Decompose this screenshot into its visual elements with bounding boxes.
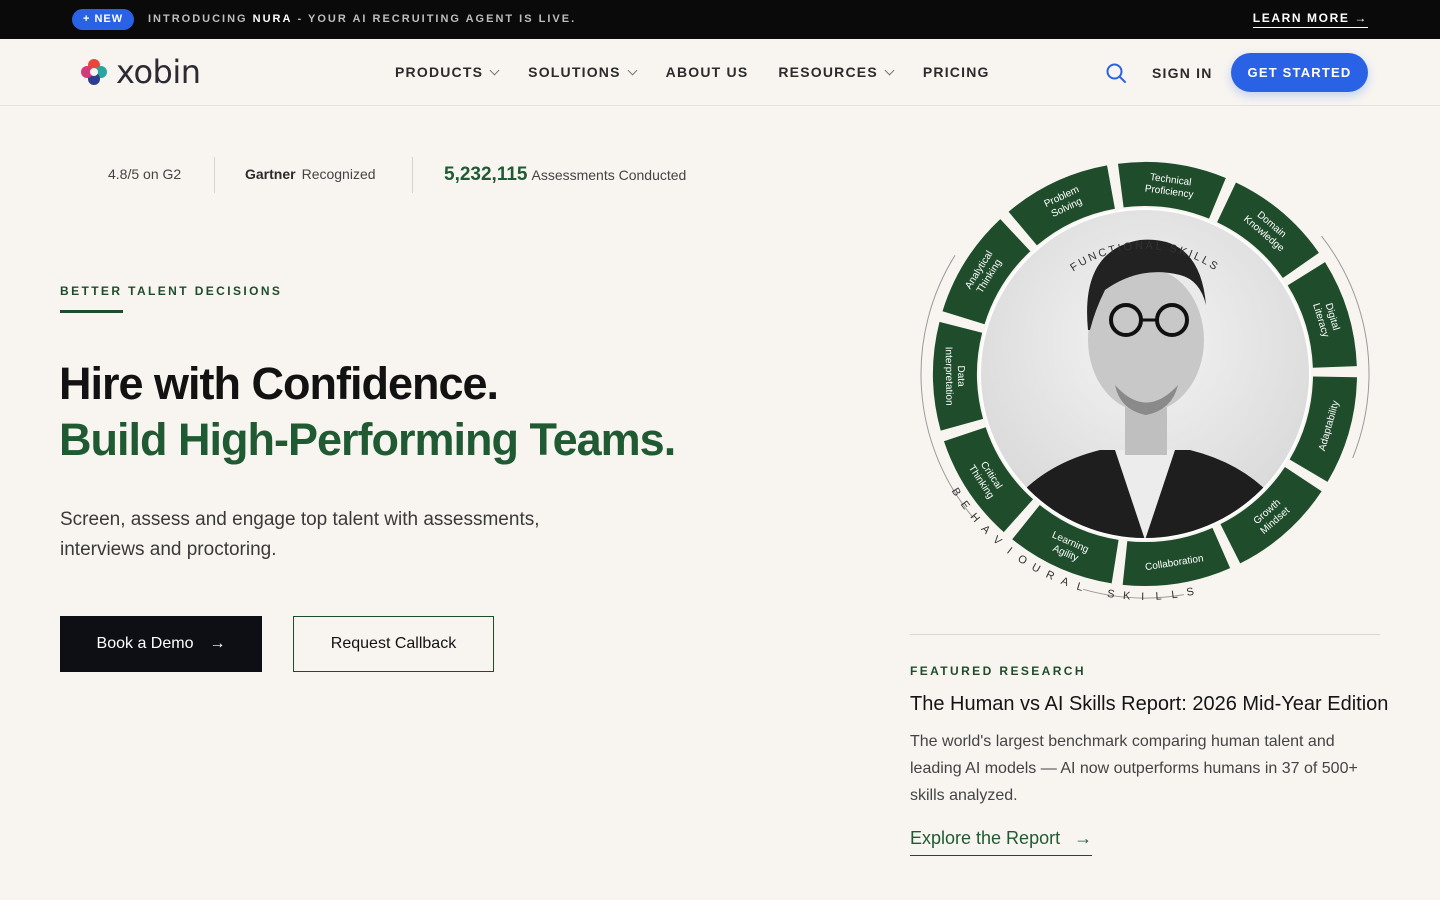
- nav-item-about-us[interactable]: ABOUT US: [666, 64, 749, 80]
- nav-item-pricing[interactable]: PRICING: [923, 64, 990, 80]
- featured-title[interactable]: The Human vs AI Skills Report: 2026 Mid-…: [910, 693, 1388, 716]
- behavioural-label-char: L: [1155, 590, 1162, 602]
- logo[interactable]: xobin: [80, 54, 201, 90]
- chevron-down-icon: [489, 65, 500, 75]
- book-demo-button[interactable]: Book a Demo →: [60, 616, 262, 672]
- behavioural-label-char: S: [1106, 588, 1115, 601]
- g2-rating: 4.8/5 on G2: [108, 166, 182, 182]
- nav-item-resources[interactable]: RESOURCES: [778, 64, 895, 80]
- behavioural-label-char: O: [1015, 553, 1029, 568]
- behavioural-label-char: L: [1171, 589, 1179, 602]
- stat-divider: [412, 157, 413, 193]
- behavioural-label-char: U: [1029, 561, 1042, 575]
- main-nav: xobin PRODUCTS SOLUTIONS ABOUT US RESOUR…: [0, 39, 1440, 106]
- behavioural-label-char: R: [1044, 569, 1056, 583]
- request-callback-button[interactable]: Request Callback: [293, 616, 494, 672]
- announcement-text: INTRODUCING NURA - YOUR AI RECRUITING AG…: [148, 13, 577, 25]
- logo-text: xobin: [116, 53, 201, 91]
- nav-item-products[interactable]: PRODUCTS: [395, 64, 500, 80]
- eyebrow-underline: [60, 310, 123, 313]
- get-started-button[interactable]: GET STARTED: [1231, 53, 1368, 92]
- nav-item-solutions[interactable]: SOLUTIONS: [528, 64, 638, 80]
- assessments-stat: 5,232,115 Assessments Conducted: [444, 164, 687, 185]
- behavioural-label-char: S: [1185, 586, 1195, 599]
- arrow-right-icon: →: [209, 635, 226, 652]
- behavioural-label-char: I: [1004, 545, 1014, 556]
- hero-eyebrow: BETTER TALENT DECISIONS: [60, 284, 283, 298]
- behavioural-label-char: A: [979, 523, 993, 537]
- behavioural-label-char: K: [1123, 590, 1132, 603]
- decorative-arc: [1083, 588, 1184, 599]
- featured-description: The world's largest benchmark comparing …: [910, 733, 1358, 804]
- search-icon[interactable]: [1105, 62, 1127, 84]
- nav-menu: PRODUCTS SOLUTIONS ABOUT US RESOURCES PR…: [395, 64, 990, 80]
- behavioural-label-char: A: [1059, 575, 1071, 589]
- behavioural-label-char: I: [1141, 591, 1144, 603]
- gartner-badge: Gartner Recognized: [245, 166, 376, 182]
- chevron-down-icon: [627, 65, 638, 75]
- arrow-right-icon: →: [1354, 11, 1368, 25]
- behavioural-label-char: V: [990, 534, 1004, 548]
- featured-divider: [910, 634, 1380, 635]
- hero-subtext: Screen, assess and engage top talent wit…: [60, 509, 540, 560]
- new-badge: + NEW: [72, 9, 135, 30]
- chevron-down-icon: [884, 65, 895, 75]
- learn-more-link[interactable]: LEARN MORE →: [1252, 11, 1368, 28]
- explore-report-link[interactable]: Explore the Report →: [910, 828, 1093, 856]
- hero-headline: Hire with Confidence.: [59, 358, 499, 409]
- featured-eyebrow: FEATURED RESEARCH: [910, 664, 1086, 678]
- skills-wheel: DataInterpretationAnalyticalThinkingProb…: [920, 162, 1370, 603]
- arrow-right-icon: →: [1074, 828, 1093, 848]
- behavioural-label-char: B: [949, 486, 963, 499]
- announcement-bar: + NEW INTRODUCING NURA - YOUR AI RECRUIT…: [0, 0, 1440, 39]
- hero-headline-accent: Build High-Performing Teams.: [59, 414, 676, 465]
- sign-in-link[interactable]: SIGN IN: [1152, 65, 1213, 81]
- logo-mark-icon: [81, 59, 107, 85]
- behavioural-label-char: L: [1075, 581, 1084, 594]
- stat-divider: [214, 157, 215, 193]
